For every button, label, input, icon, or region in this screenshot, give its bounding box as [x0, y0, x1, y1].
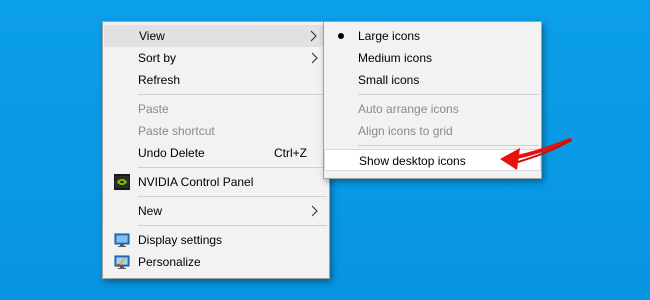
menu-separator: [138, 167, 327, 168]
menu-item-paste[interactable]: Paste: [103, 98, 329, 120]
menu-separator: [138, 196, 327, 197]
menu-separator: [138, 94, 327, 95]
menu-item-label: New: [138, 204, 163, 218]
menu-item-view[interactable]: View: [104, 25, 328, 47]
submenu-item-large-icons[interactable]: Large icons: [324, 25, 541, 47]
menu-item-label: Personalize: [138, 255, 201, 269]
menu-item-sort-by[interactable]: Sort by: [103, 47, 329, 69]
red-arrow-pointer-icon: [500, 138, 572, 170]
menu-item-label: Undo Delete: [138, 146, 205, 160]
menu-item-label: Refresh: [138, 73, 181, 87]
submenu-item-medium-icons[interactable]: Medium icons: [324, 47, 541, 69]
chevron-right-icon: [310, 30, 317, 42]
menu-separator: [138, 225, 327, 226]
menu-item-label: Medium icons: [358, 51, 433, 65]
submenu-item-auto-arrange-icons[interactable]: Auto arrange icons: [324, 98, 541, 120]
menu-item-label: Show desktop icons: [359, 154, 466, 168]
chevron-right-icon: [311, 205, 318, 217]
menu-item-display-settings[interactable]: Display settings: [103, 229, 329, 251]
keyboard-shortcut: Ctrl+Z: [274, 146, 307, 160]
menu-separator: [358, 94, 539, 95]
radio-bullet-icon: [338, 33, 344, 39]
menu-item-paste-shortcut[interactable]: Paste shortcut: [103, 120, 329, 142]
personalize-icon: [114, 255, 130, 269]
menu-item-label: Display settings: [138, 233, 223, 247]
menu-item-label: Sort by: [138, 51, 177, 65]
menu-item-personalize[interactable]: Personalize: [103, 251, 329, 273]
submenu-item-small-icons[interactable]: Small icons: [324, 69, 541, 91]
menu-item-label: View: [139, 29, 165, 43]
desktop-context-menu: View Sort by Refresh Paste Paste shortcu…: [102, 21, 330, 279]
menu-item-new[interactable]: New: [103, 200, 329, 222]
menu-item-label: Paste: [138, 102, 169, 116]
menu-item-label: Small icons: [358, 73, 420, 87]
menu-item-nvidia-control-panel[interactable]: NVIDIA Control Panel: [103, 171, 329, 193]
menu-item-label: Paste shortcut: [138, 124, 215, 138]
menu-item-label: NVIDIA Control Panel: [138, 175, 254, 189]
display-settings-icon: [114, 233, 130, 247]
menu-item-label: Align icons to grid: [358, 124, 453, 138]
menu-item-label: Auto arrange icons: [358, 102, 459, 116]
menu-item-refresh[interactable]: Refresh: [103, 69, 329, 91]
nvidia-icon: [114, 174, 130, 190]
chevron-right-icon: [311, 52, 318, 64]
menu-item-undo-delete[interactable]: Undo Delete Ctrl+Z: [103, 142, 329, 164]
menu-item-label: Large icons: [358, 29, 421, 43]
